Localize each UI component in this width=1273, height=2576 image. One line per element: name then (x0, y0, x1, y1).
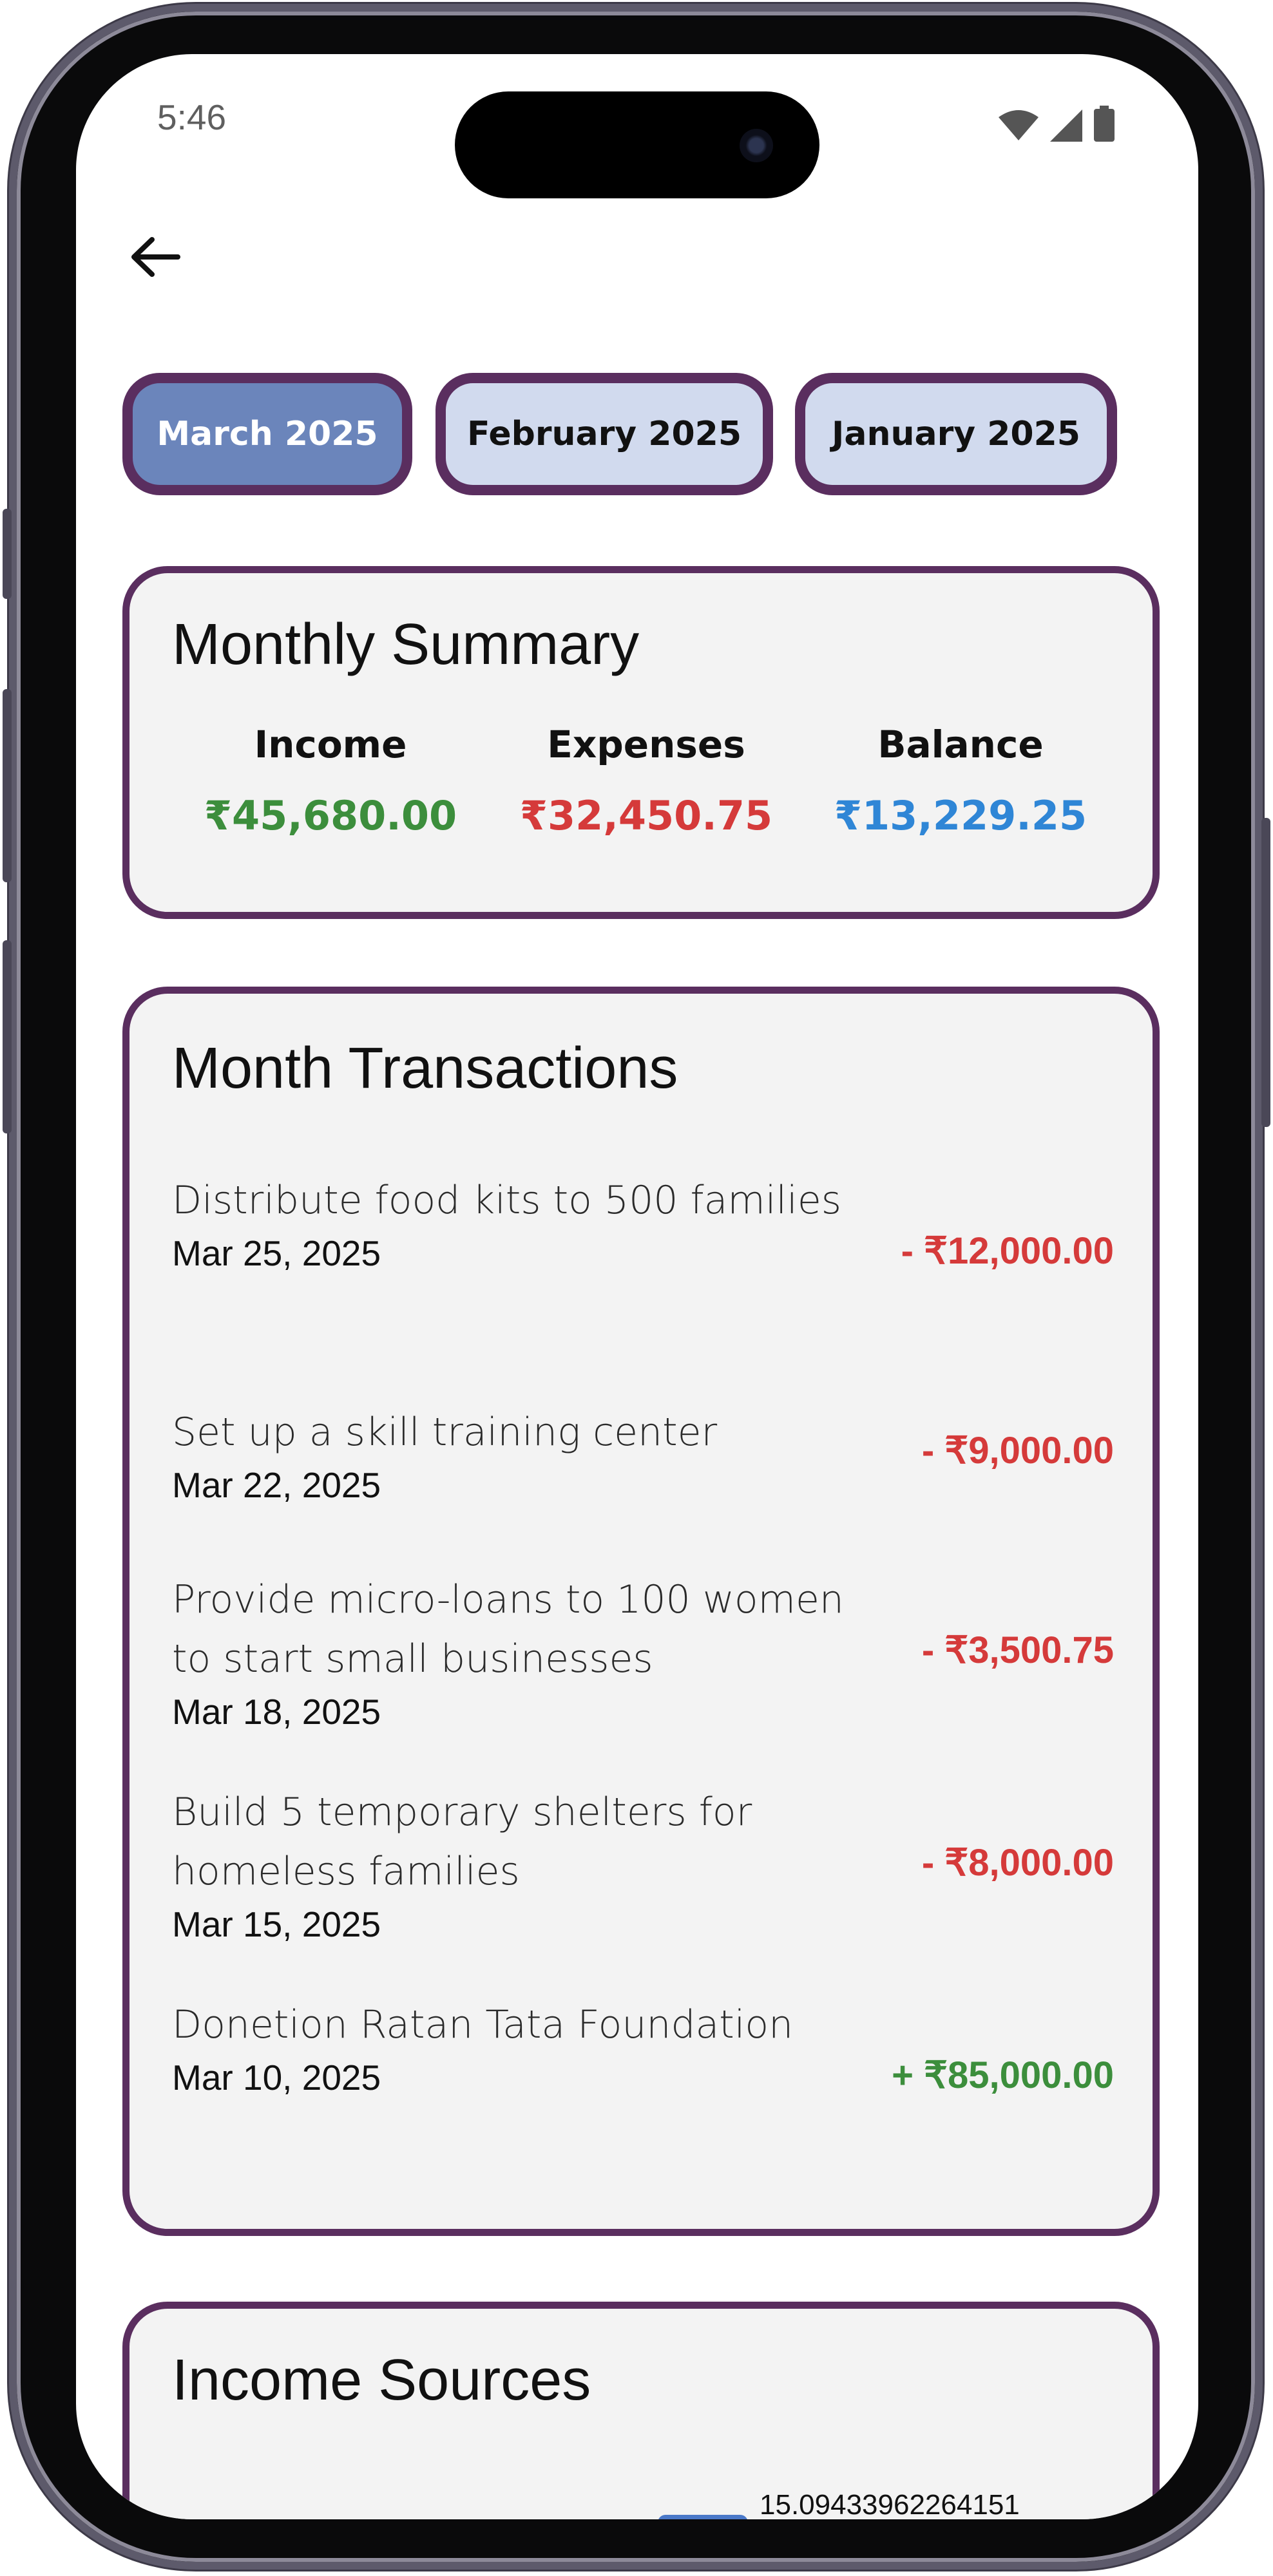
transaction-amount: + ₹85,000.00 (892, 2054, 1114, 2096)
transaction-row[interactable]: Set up a skill training center Mar 22, 2… (172, 1403, 1114, 1506)
dynamic-island (455, 91, 819, 198)
front-camera (740, 129, 773, 162)
balance-column: Balance ₹13,229.25 (819, 723, 1102, 839)
income-sources-title: Income Sources (172, 2348, 591, 2412)
side-button-volume-down (3, 940, 12, 1133)
month-transactions-card: Month Transactions Distribute food kits … (122, 987, 1160, 2236)
transaction-title: Set up a skill training center (172, 1410, 718, 1455)
monthly-summary-card: Monthly Summary Income ₹45,680.00 Expens… (122, 566, 1160, 919)
side-button-volume-up (3, 689, 12, 882)
transaction-date: Mar 15, 2025 (172, 1904, 381, 1944)
status-icons (999, 106, 1115, 142)
transaction-amount: - ₹9,000.00 (921, 1430, 1114, 1472)
expenses-label: Expenses (547, 723, 745, 766)
transaction-amount: - ₹8,000.00 (921, 1842, 1114, 1884)
status-time: 5:46 (157, 97, 227, 137)
cell-signal-icon (1050, 109, 1082, 142)
transaction-amount: - ₹3,500.75 (921, 1629, 1114, 1671)
transaction-title: Donetion Ratan Tata Foundation (172, 2002, 794, 2047)
transaction-amount: - ₹12,000.00 (901, 1230, 1114, 1272)
tab-february-2025[interactable]: February 2025 (436, 373, 773, 495)
monthly-summary-title: Monthly Summary (172, 612, 640, 677)
tab-january-2025[interactable]: January 2025 (795, 373, 1117, 495)
transaction-row[interactable]: Distribute food kits to 500 families Mar… (172, 1171, 1114, 1274)
balance-value: ₹13,229.25 (834, 792, 1087, 839)
app-screen: 5:46 March 2025 February 2025 January 20… (76, 54, 1198, 2519)
income-label: Income (254, 723, 407, 766)
transaction-title: Provide micro-loans to 100 women to star… (172, 1577, 844, 1681)
transaction-row[interactable]: Provide micro-loans to 100 women to star… (172, 1570, 1114, 1732)
transaction-title: Build 5 temporary shelters for homeless … (172, 1790, 752, 1894)
month-transactions-title: Month Transactions (172, 1036, 678, 1101)
expenses-column: Expenses ₹32,450.75 (504, 723, 788, 839)
back-button[interactable] (126, 228, 184, 286)
income-sources-card: Income Sources 15.09433962264151 (122, 2302, 1160, 2519)
side-button-power (1261, 818, 1270, 1127)
income-source-value-label: 15.09433962264151 (760, 2489, 1020, 2519)
wifi-icon (999, 110, 1038, 140)
income-value: ₹45,680.00 (204, 792, 457, 839)
arrow-left-icon (131, 237, 180, 277)
battery-icon (1094, 106, 1115, 142)
expenses-value: ₹32,450.75 (519, 792, 773, 839)
side-button-action (3, 509, 12, 599)
balance-label: Balance (877, 723, 1044, 766)
transaction-row[interactable]: Build 5 temporary shelters for homeless … (172, 1783, 1114, 1945)
transaction-row[interactable]: Donetion Ratan Tata Foundation Mar 10, 2… (172, 1995, 1114, 2098)
transaction-date: Mar 18, 2025 (172, 1692, 381, 1732)
income-column: Income ₹45,680.00 (189, 723, 472, 839)
tab-march-2025[interactable]: March 2025 (122, 373, 412, 495)
income-source-chart-slice (658, 2515, 748, 2519)
transaction-title: Distribute food kits to 500 families (172, 1178, 842, 1223)
